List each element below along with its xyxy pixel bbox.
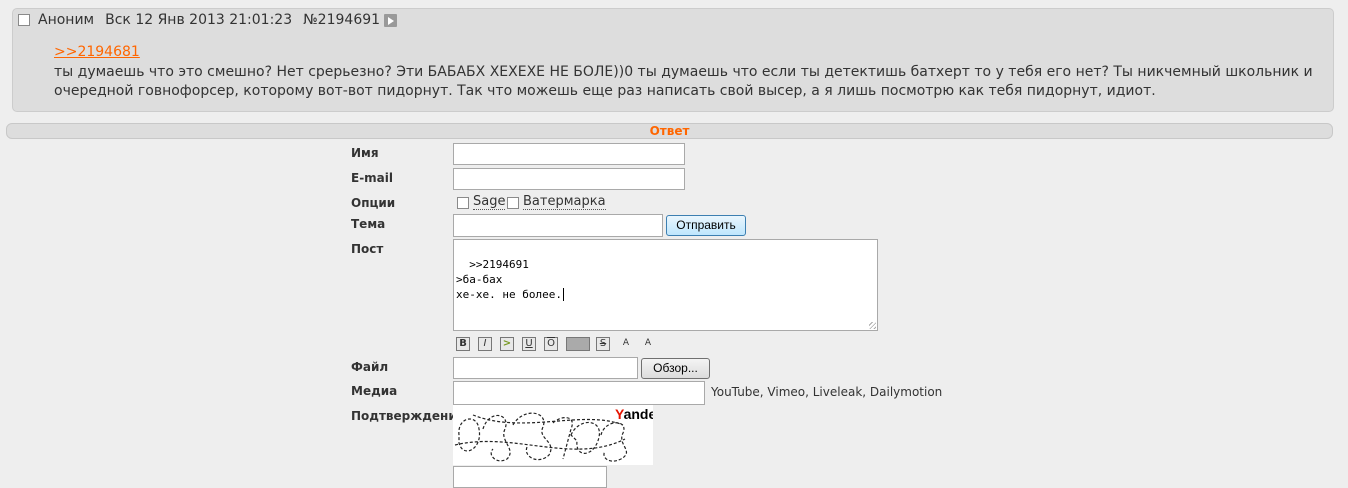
subscript-button-icon[interactable]: A — [641, 337, 655, 351]
post-body: ты думаешь что это смешно? Нет срерьезно… — [54, 64, 1313, 99]
post-number[interactable]: №2194691 — [303, 12, 380, 28]
reply-form-title[interactable]: Ответ — [6, 123, 1333, 139]
email-label: E-mail — [351, 171, 394, 185]
watermark-checkbox[interactable] — [507, 197, 519, 209]
post: Аноним Вск 12 Янв 2013 21:01:23 №2194691… — [12, 8, 1334, 112]
post-label: Пост — [351, 242, 384, 256]
quote-button-icon[interactable]: > — [500, 337, 514, 351]
name-input[interactable] — [453, 143, 685, 165]
captcha-image: Yandex — [453, 405, 664, 465]
bold-button-icon[interactable]: B — [456, 337, 470, 351]
captcha-label: Подтверждение — [351, 409, 465, 423]
subject-label: Тема — [351, 217, 386, 231]
post-textarea[interactable]: >>2194691 >ба-бах хе-хе. не более. — [453, 239, 878, 331]
name-label: Имя — [351, 146, 379, 160]
media-hint: YouTube, Vimeo, Liveleak, Dailymotion — [711, 385, 943, 399]
file-label: Файл — [351, 360, 389, 374]
spoiler-button-icon[interactable] — [566, 337, 590, 351]
expand-arrow-icon[interactable] — [384, 13, 398, 27]
resize-grip-icon[interactable] — [869, 322, 876, 329]
browse-button[interactable]: Обзор... — [641, 358, 710, 379]
watermark-label[interactable]: Ватермарка — [523, 195, 606, 210]
svg-text:Yandex: Yandex — [615, 406, 653, 422]
reply-link[interactable]: >>2194681 — [54, 44, 140, 60]
captcha-answer-input[interactable] — [453, 466, 607, 488]
captcha-brand-rest: andex — [624, 406, 653, 422]
post-textarea-text: >>2194691 >ба-бах хе-хе. не более. — [456, 258, 562, 301]
superscript-button-icon[interactable]: A — [619, 337, 633, 351]
file-path-input[interactable] — [453, 357, 638, 379]
post-date: Вск 12 Янв 2013 21:01:23 — [105, 12, 293, 28]
underline-button-icon[interactable]: U — [522, 337, 536, 351]
media-label: Медиа — [351, 384, 398, 398]
submit-button[interactable]: Отправить — [666, 215, 746, 236]
overline-button-icon[interactable]: O — [544, 337, 558, 351]
sage-label[interactable]: Sage — [473, 195, 506, 210]
post-header: Аноним Вск 12 Янв 2013 21:01:23 №2194691 — [18, 11, 398, 29]
strikethrough-button-icon[interactable]: S — [596, 337, 610, 351]
email-input[interactable] — [453, 168, 685, 190]
sage-checkbox[interactable] — [457, 197, 469, 209]
media-input[interactable] — [453, 381, 705, 405]
italic-button-icon[interactable]: I — [478, 337, 492, 351]
subject-input[interactable] — [453, 214, 663, 237]
post-author: Аноним — [38, 12, 95, 28]
options-label: Опции — [351, 196, 396, 210]
captcha-distorted-text-icon: Yandex — [454, 406, 664, 462]
post-select-checkbox[interactable] — [18, 14, 30, 26]
